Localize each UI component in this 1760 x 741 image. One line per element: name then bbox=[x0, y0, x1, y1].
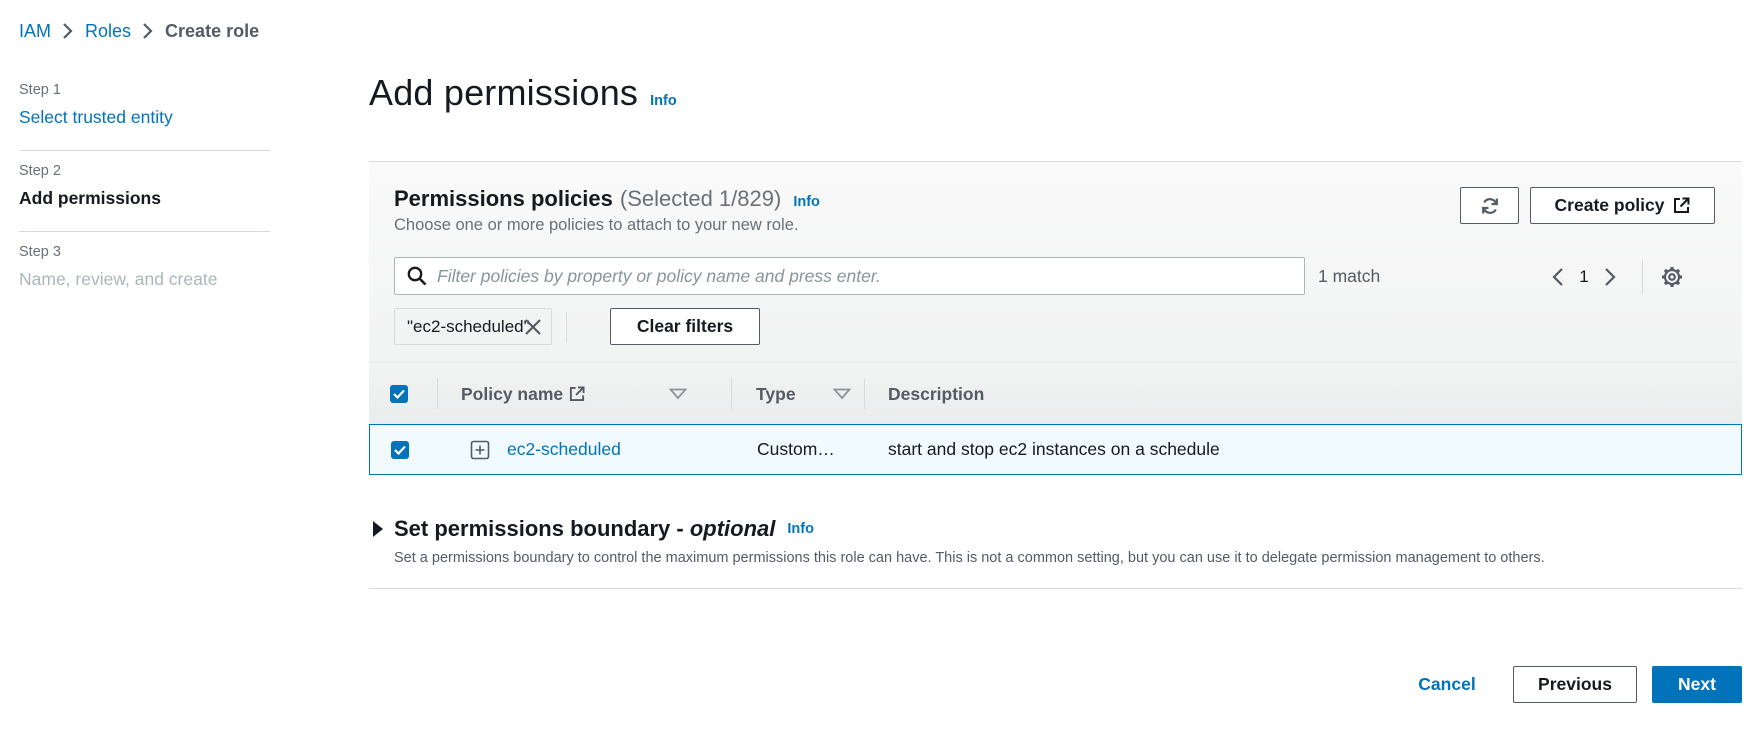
step-disabled-name-review-create: Name, review, and create bbox=[19, 269, 218, 289]
column-header-type[interactable]: Type bbox=[756, 363, 851, 425]
step-link-select-trusted-entity[interactable]: Select trusted entity bbox=[19, 105, 270, 129]
checkbox-checked[interactable] bbox=[390, 385, 408, 403]
permissions-policies-panel: Permissions policies (Selected 1/829) In… bbox=[369, 161, 1742, 475]
breadcrumb-roles[interactable]: Roles bbox=[85, 21, 131, 42]
boundary-description: Set a permissions boundary to control th… bbox=[394, 550, 1545, 566]
panel-header: Permissions policies (Selected 1/829) In… bbox=[369, 162, 1742, 362]
refresh-icon bbox=[1480, 196, 1500, 216]
filter-token: "ec2-scheduled" bbox=[394, 308, 552, 345]
panel-title-text: Permissions policies bbox=[394, 186, 613, 211]
create-policy-button[interactable]: Create policy bbox=[1530, 187, 1715, 224]
column-divider bbox=[437, 379, 438, 409]
chevron-right-icon[interactable] bbox=[1602, 267, 1618, 287]
chevron-left-icon[interactable] bbox=[1550, 267, 1566, 287]
page-header: Add permissions Info bbox=[369, 72, 677, 114]
boundary-title[interactable]: Set permissions boundary - optional bbox=[394, 516, 775, 542]
current-page[interactable]: 1 bbox=[1566, 267, 1602, 287]
select-all-checkbox[interactable] bbox=[390, 363, 408, 425]
column-header-label: Policy name bbox=[461, 383, 564, 404]
checkbox-checked[interactable] bbox=[391, 440, 409, 459]
external-link-icon bbox=[1664, 197, 1690, 214]
wizard-steps: Step 1 Select trusted entity Step 2 Add … bbox=[19, 78, 270, 324]
search-icon bbox=[407, 266, 427, 286]
divider bbox=[566, 312, 567, 342]
column-header-label: Type bbox=[756, 383, 796, 404]
page-title: Add permissions bbox=[369, 72, 639, 113]
previous-button[interactable]: Previous bbox=[1513, 666, 1637, 703]
step-3: Step 3 Name, review, and create bbox=[19, 244, 270, 312]
chevron-right-icon bbox=[131, 22, 165, 40]
breadcrumb: IAM Roles Create role bbox=[19, 19, 259, 43]
step-1: Step 1 Select trusted entity bbox=[19, 82, 270, 151]
info-link[interactable]: Info bbox=[787, 521, 814, 537]
step-number: Step 2 bbox=[19, 163, 61, 179]
column-divider bbox=[864, 379, 865, 409]
filter-token-label: "ec2-scheduled" bbox=[407, 316, 530, 336]
info-link[interactable]: Info bbox=[793, 194, 820, 210]
create-policy-label: Create policy bbox=[1554, 195, 1665, 215]
info-link[interactable]: Info bbox=[650, 93, 677, 109]
match-count: 1 match bbox=[1318, 266, 1381, 286]
policy-search-field[interactable] bbox=[394, 257, 1305, 295]
divider bbox=[369, 588, 1742, 589]
expand-row-icon[interactable] bbox=[470, 425, 490, 474]
panel-title: Permissions policies (Selected 1/829) In… bbox=[394, 186, 820, 212]
step-number: Step 3 bbox=[19, 244, 61, 260]
cancel-button[interactable]: Cancel bbox=[1406, 666, 1488, 702]
sort-caret-icon[interactable] bbox=[833, 388, 851, 400]
divider bbox=[1642, 260, 1643, 294]
table-row[interactable]: ec2-scheduled Custom… start and stop ec2… bbox=[369, 424, 1742, 475]
policy-type: Custom… bbox=[757, 439, 835, 459]
breadcrumb-iam[interactable]: IAM bbox=[19, 21, 51, 42]
table-header: Policy name Type Description bbox=[369, 362, 1742, 424]
panel-description: Choose one or more policies to attach to… bbox=[394, 216, 799, 234]
policy-description: start and stop ec2 instances on a schedu… bbox=[888, 439, 1220, 459]
column-header-description: Description bbox=[888, 363, 984, 425]
clear-filters-button[interactable]: Clear filters bbox=[610, 308, 760, 345]
breadcrumb-create-role: Create role bbox=[165, 20, 260, 41]
step-current-add-permissions: Add permissions bbox=[19, 188, 161, 208]
step-number: Step 1 bbox=[19, 82, 61, 98]
row-checkbox[interactable] bbox=[391, 425, 409, 474]
close-icon[interactable] bbox=[524, 318, 542, 336]
sort-caret-icon[interactable] bbox=[669, 388, 687, 400]
refresh-button[interactable] bbox=[1460, 187, 1519, 224]
boundary-title-optional: optional bbox=[689, 516, 776, 541]
pagination: 1 bbox=[1550, 260, 1683, 294]
gear-icon[interactable] bbox=[1661, 266, 1683, 288]
column-header-label: Description bbox=[888, 383, 985, 404]
selected-count: (Selected 1/829) bbox=[619, 186, 782, 211]
next-button[interactable]: Next bbox=[1652, 666, 1742, 703]
policy-name-link[interactable]: ec2-scheduled bbox=[507, 425, 621, 474]
external-link-icon bbox=[569, 386, 585, 402]
boundary-header[interactable]: Set permissions boundary - optional Info bbox=[369, 516, 1742, 542]
permissions-boundary-section: Set permissions boundary - optional Info… bbox=[369, 516, 1742, 566]
chevron-right-icon bbox=[51, 22, 85, 40]
column-divider bbox=[731, 379, 732, 409]
step-2: Step 2 Add permissions bbox=[19, 163, 270, 232]
caret-right-icon[interactable] bbox=[372, 520, 384, 538]
boundary-title-text: Set permissions boundary - bbox=[394, 516, 690, 541]
search-input[interactable] bbox=[437, 265, 1287, 287]
column-header-policy-name[interactable]: Policy name bbox=[461, 363, 687, 425]
